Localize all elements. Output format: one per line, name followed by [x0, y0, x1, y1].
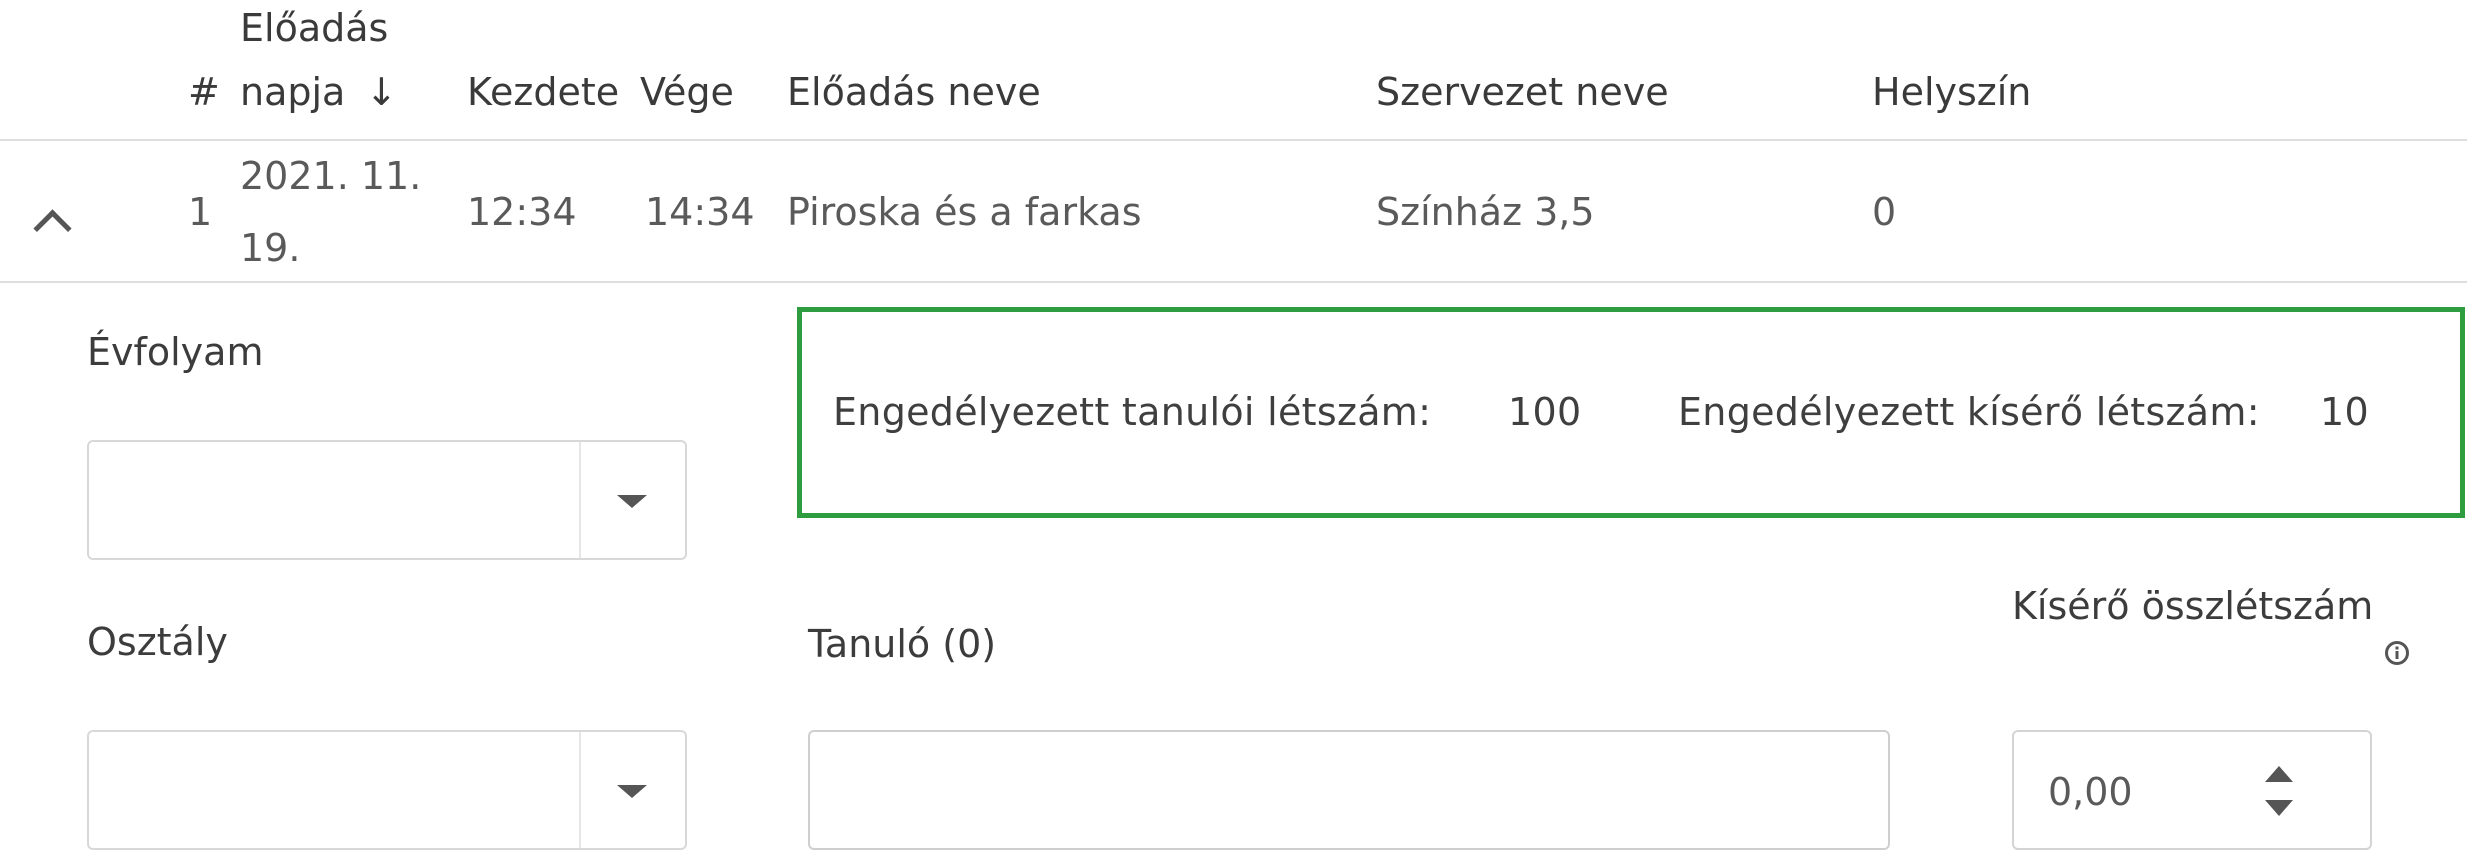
caret-down-icon[interactable] — [617, 785, 647, 798]
row-start: 12:34 — [467, 190, 577, 234]
row-number: 1 — [188, 190, 213, 234]
companion-total-label: Kísérő összlétszám — [2012, 584, 2374, 628]
class-select-divider — [579, 732, 581, 848]
student-input[interactable] — [808, 730, 1890, 850]
header-date-line1[interactable]: Előadás — [240, 2, 388, 54]
chevron-up-icon[interactable] — [33, 209, 72, 248]
companions-permitted-value: 10 — [2320, 390, 2369, 434]
companions-permitted-label: Engedélyezett kísérő létszám: — [1678, 390, 2260, 434]
row-title: Piroska és a farkas — [787, 190, 1142, 234]
row-divider — [0, 281, 2467, 283]
stepper-up — [2265, 766, 2293, 782]
stepper-down — [2265, 800, 2293, 816]
header-venue[interactable]: Helyszín — [1872, 66, 2031, 118]
header-org[interactable]: Szervezet neve — [1376, 66, 1669, 118]
class-select[interactable] — [87, 730, 687, 850]
row-date-line1: 2021. 11. — [240, 154, 422, 198]
row-end: 14:34 — [645, 190, 755, 234]
header-end[interactable]: Vége — [640, 66, 734, 118]
permitted-count-box: Engedélyezett tanulói létszám: 100 Enged… — [797, 307, 2465, 518]
grade-label: Évfolyam — [87, 330, 264, 374]
companion-total-value[interactable]: 0,00 — [2048, 770, 2133, 814]
header-date-label[interactable]: napja — [240, 70, 345, 114]
header-divider — [0, 139, 2467, 141]
header-start[interactable]: Kezdete — [467, 66, 619, 118]
sort-arrow-icon[interactable]: ↓ — [365, 70, 397, 114]
header-number: # — [188, 70, 220, 114]
stepper-icon[interactable] — [2262, 760, 2296, 822]
student-label: Tanuló (0) — [808, 622, 997, 666]
companion-total-stepper[interactable]: 0,00 — [2012, 730, 2372, 850]
row-org: Színház 3,5 — [1376, 190, 1595, 234]
students-permitted-label: Engedélyezett tanulói létszám: — [833, 390, 1432, 434]
caret-down-icon[interactable] — [617, 495, 647, 508]
row-venue: 0 — [1872, 190, 1897, 234]
header-date-line2[interactable]: napja ↓ — [240, 66, 397, 118]
grade-select-divider — [579, 442, 581, 558]
row-date-line2: 19. — [240, 226, 301, 270]
header-title[interactable]: Előadás neve — [787, 66, 1041, 118]
info-icon[interactable] — [2384, 640, 2410, 666]
class-label: Osztály — [87, 620, 228, 664]
students-permitted-value: 100 — [1508, 390, 1582, 434]
grade-select[interactable] — [87, 440, 687, 560]
